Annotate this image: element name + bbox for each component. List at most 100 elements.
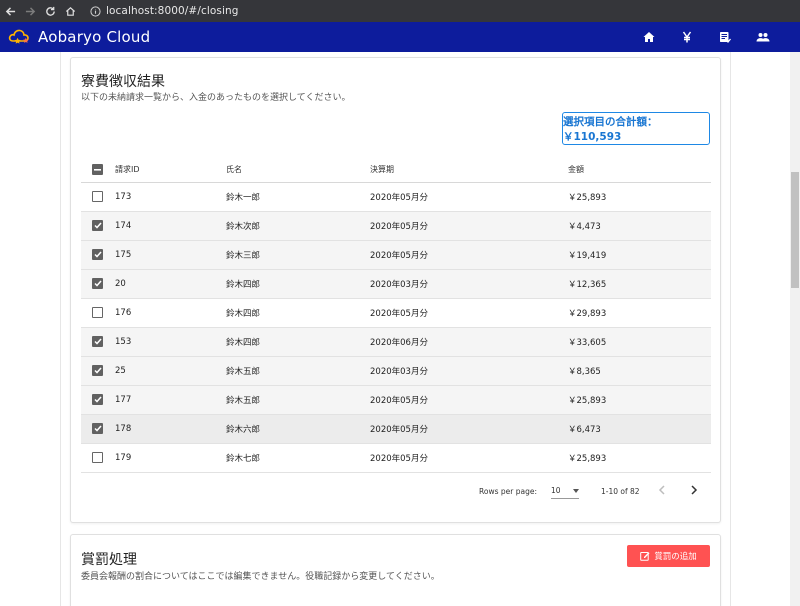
table-row[interactable]: 175 鈴木三郎 2020年05月分 ￥19,419	[81, 240, 711, 270]
arrow-right-icon	[25, 6, 35, 16]
cell-id: 179	[115, 443, 226, 473]
cell-id: 25	[115, 356, 226, 386]
cell-period: 2020年03月分	[370, 356, 568, 386]
cell-period: 2020年05月分	[370, 240, 568, 270]
cell-name: 鈴木四郎	[226, 327, 370, 357]
row-checkbox[interactable]	[92, 452, 103, 463]
rewards-subtitle: 委員会報酬の割合についてはここでは編集できません。役職記録から変更してください。	[81, 572, 440, 582]
cell-name: 鈴木五郎	[226, 385, 370, 415]
header-period[interactable]: 決算期	[370, 158, 568, 183]
nav-yen-button[interactable]	[668, 22, 706, 52]
back-button[interactable]	[0, 0, 20, 22]
scrollbar-thumb[interactable]	[791, 172, 799, 288]
nav-home-button[interactable]	[630, 22, 668, 52]
row-select-cell	[81, 414, 115, 444]
pagination-range: 1-10 of 82	[601, 487, 640, 496]
table-pagination: Rows per page: 10 1-10 of 82	[81, 478, 711, 506]
header-id[interactable]: 請求ID	[115, 158, 226, 183]
cell-period: 2020年05月分	[370, 298, 568, 328]
reload-icon	[45, 6, 55, 16]
cell-period: 2020年05月分	[370, 385, 568, 415]
rows-per-page-label: Rows per page:	[479, 487, 537, 496]
table-row[interactable]: 174 鈴木次郎 2020年05月分 ￥4,473	[81, 211, 711, 241]
row-checkbox[interactable]	[92, 423, 103, 434]
cell-amount: ￥29,893	[568, 298, 711, 328]
cell-period: 2020年05月分	[370, 182, 568, 212]
cell-name: 鈴木四郎	[226, 269, 370, 299]
row-checkbox[interactable]	[92, 278, 103, 289]
row-checkbox[interactable]	[92, 220, 103, 231]
add-reward-button[interactable]: 賞罰の追加	[627, 545, 710, 567]
cell-id: 20	[115, 269, 226, 299]
address-bar[interactable]: localhost:8000/#/closing	[88, 4, 239, 18]
home-icon	[643, 32, 655, 42]
cell-amount: ￥25,893	[568, 182, 711, 212]
cell-name: 鈴木一郎	[226, 182, 370, 212]
table-row[interactable]: 177 鈴木五郎 2020年05月分 ￥25,893	[81, 385, 711, 415]
add-reward-label: 賞罰の追加	[654, 552, 697, 562]
row-select-cell	[81, 327, 115, 357]
cell-id: 175	[115, 240, 226, 270]
table-row[interactable]: 25 鈴木五郎 2020年03月分 ￥8,365	[81, 356, 711, 386]
row-select-cell	[81, 240, 115, 270]
cell-id: 178	[115, 414, 226, 444]
page-scrollbar[interactable]	[790, 52, 800, 606]
row-checkbox[interactable]	[92, 336, 103, 347]
row-select-cell	[81, 269, 115, 299]
browser-toolbar: localhost:8000/#/closing	[0, 0, 800, 22]
receipt-icon	[720, 32, 731, 43]
table-row[interactable]: 20 鈴木四郎 2020年03月分 ￥12,365	[81, 269, 711, 299]
table-row[interactable]: 173 鈴木一郎 2020年05月分 ￥25,893	[81, 182, 711, 212]
cell-name: 鈴木四郎	[226, 298, 370, 328]
cell-id: 176	[115, 298, 226, 328]
table-header-row: 請求ID 氏名 決算期 金額	[81, 158, 711, 183]
cell-name: 鈴木五郎	[226, 356, 370, 386]
app-title: Aobaryo Cloud	[38, 28, 151, 46]
rewards-card: 賞罰処理 委員会報酬の割合についてはここでは編集できません。役職記録から変更して…	[70, 534, 721, 606]
next-page-button[interactable]	[685, 481, 703, 499]
row-checkbox[interactable]	[92, 394, 103, 405]
table-row[interactable]: 153 鈴木四郎 2020年06月分 ￥33,605	[81, 327, 711, 357]
billing-table: 請求ID 氏名 決算期 金額 173 鈴木一郎 2020年05月分 ￥25,893 17…	[81, 158, 711, 473]
info-icon	[88, 4, 102, 18]
select-all-checkbox[interactable]	[92, 164, 103, 176]
page-content: 寮費徴収結果 以下の未納請求一覧から、入金のあったものを選択してください。 選択…	[0, 52, 790, 606]
row-checkbox[interactable]	[92, 191, 103, 202]
nav-people-button[interactable]	[744, 22, 782, 52]
row-checkbox[interactable]	[92, 307, 103, 318]
table-row[interactable]: 176 鈴木四郎 2020年05月分 ￥29,893	[81, 298, 711, 328]
cell-period: 2020年05月分	[370, 414, 568, 444]
table-row[interactable]: 179 鈴木七郎 2020年05月分 ￥25,893	[81, 443, 711, 473]
chevron-right-icon	[691, 485, 698, 495]
cell-id: 174	[115, 211, 226, 241]
edit-icon	[640, 552, 650, 561]
app-bar: Aobaryo Cloud	[0, 22, 800, 52]
row-select-cell	[81, 385, 115, 415]
cell-period: 2020年05月分	[370, 211, 568, 241]
header-name[interactable]: 氏名	[226, 158, 370, 183]
yen-icon	[682, 31, 692, 43]
prev-page-button[interactable]	[653, 481, 671, 499]
forward-button[interactable]	[20, 0, 40, 22]
cell-id: 153	[115, 327, 226, 357]
cell-period: 2020年05月分	[370, 443, 568, 473]
reload-button[interactable]	[40, 0, 60, 22]
rewards-title: 賞罰処理	[81, 552, 137, 568]
row-select-cell	[81, 298, 115, 328]
row-checkbox[interactable]	[92, 365, 103, 376]
row-checkbox[interactable]	[92, 249, 103, 260]
rows-per-page-select[interactable]: 10	[551, 483, 579, 499]
row-select-cell	[81, 182, 115, 212]
nav-receipt-button[interactable]	[706, 22, 744, 52]
row-select-cell	[81, 443, 115, 473]
table-row[interactable]: 178 鈴木六郎 2020年05月分 ￥6,473	[81, 414, 711, 444]
header-amount[interactable]: 金額	[568, 158, 711, 183]
cell-amount: ￥12,365	[568, 269, 711, 299]
arrow-left-icon	[5, 6, 15, 16]
chevron-left-icon	[658, 485, 665, 495]
cell-amount: ￥25,893	[568, 443, 711, 473]
home-button[interactable]	[60, 0, 80, 22]
dropdown-arrow-icon	[573, 489, 579, 493]
logo-icon	[8, 29, 29, 44]
cell-amount: ￥33,605	[568, 327, 711, 357]
